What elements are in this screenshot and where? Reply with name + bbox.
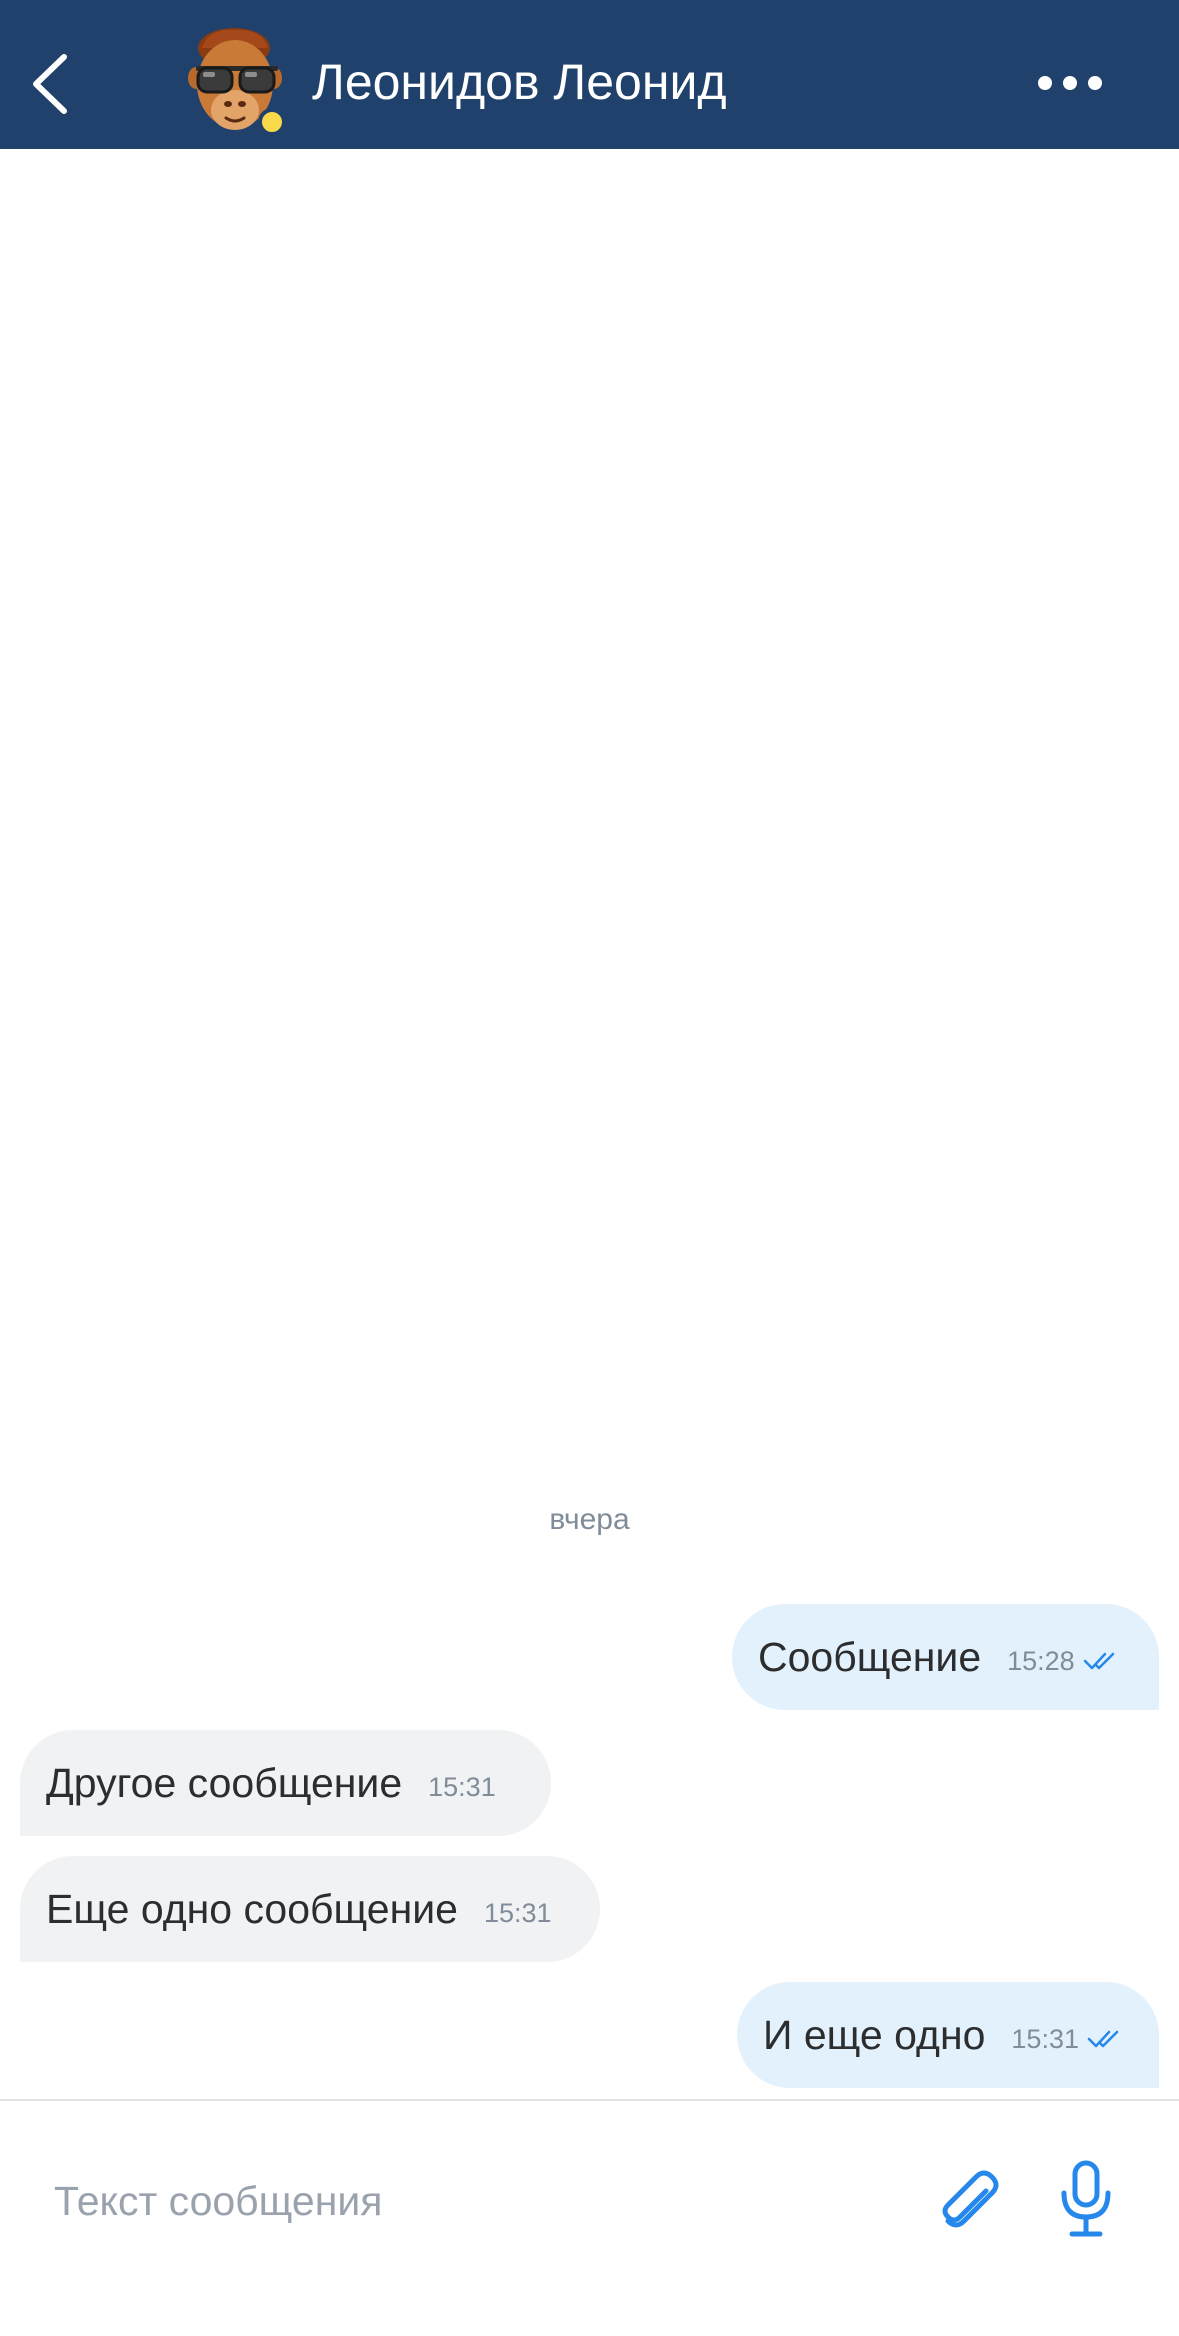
more-horizontal-icon xyxy=(1038,76,1102,90)
date-separator: вчера xyxy=(549,1503,630,1536)
attach-button[interactable] xyxy=(936,2159,1006,2239)
contact-name[interactable]: Леонидов Леонид xyxy=(312,52,727,112)
more-button[interactable] xyxy=(1030,55,1110,111)
message-time: 15:31 xyxy=(1011,2024,1079,2054)
message-text: И еще одно xyxy=(763,2012,986,2058)
message-composer xyxy=(0,2101,1179,2336)
message-input[interactable] xyxy=(54,2171,894,2231)
message-time: 15:28 xyxy=(1007,1646,1075,1676)
message-time: 15:31 xyxy=(483,1898,552,1928)
chat-header: Леонидов Леонид xyxy=(0,0,1179,149)
message-bubble-incoming[interactable]: Еще одно сообщение 15:31 xyxy=(20,1856,600,1962)
double-check-icon xyxy=(1087,2030,1119,2048)
microphone-icon xyxy=(1061,2160,1111,2237)
message-time: 15:31 xyxy=(428,1772,496,1802)
microphone-button[interactable] xyxy=(1056,2159,1116,2239)
message-text: Другое сообщение xyxy=(46,1760,403,1806)
chevron-left-icon xyxy=(33,54,67,114)
back-button[interactable] xyxy=(14,39,86,129)
avatar[interactable] xyxy=(188,26,288,138)
online-status-dot xyxy=(258,108,286,136)
message-text: Еще одно сообщение xyxy=(46,1886,458,1932)
camel-avatar-icon xyxy=(188,28,286,136)
paperclip-icon xyxy=(942,2170,999,2228)
message-text: Сообщение xyxy=(758,1634,982,1680)
double-check-icon xyxy=(1083,1652,1114,1670)
message-bubble-outgoing[interactable]: Сообщение 15:28 xyxy=(732,1604,1159,1710)
message-bubble-outgoing[interactable]: И еще одно 15:31 xyxy=(737,1982,1159,2088)
message-bubble-incoming[interactable]: Другое сообщение 15:31 xyxy=(20,1730,551,1836)
